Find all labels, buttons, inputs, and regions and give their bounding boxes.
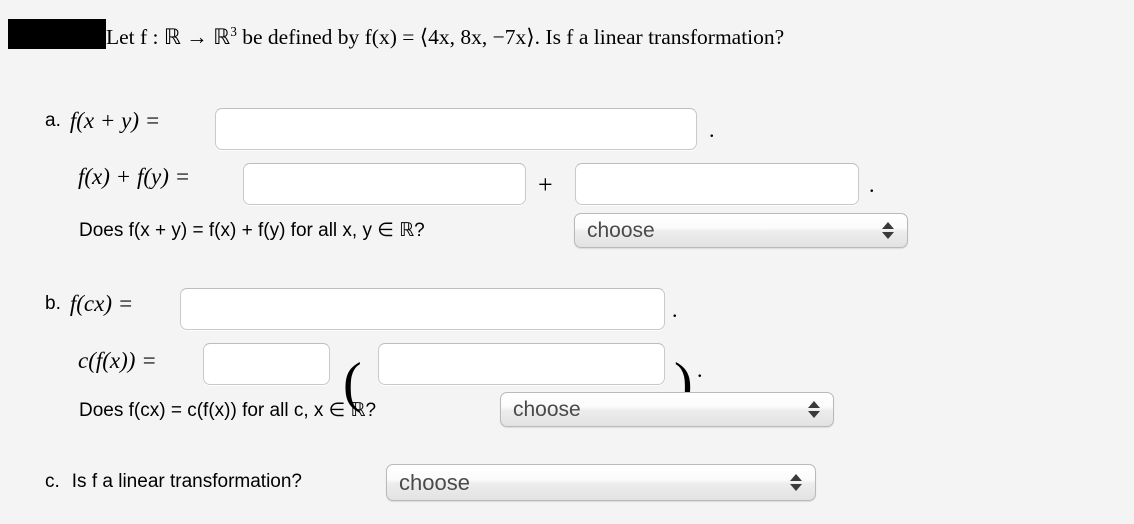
exercise-page: Let f : ℝ → ℝ3 be defined by f(x) = ⟨4x,… xyxy=(0,0,1134,524)
chevron-up-icon xyxy=(790,474,802,481)
item-b-letter: b. xyxy=(45,293,61,314)
item-b-scalar-label: c(f(x)) = xyxy=(78,348,157,373)
item-a-choose-select-value: choose xyxy=(587,218,655,242)
redaction-block xyxy=(8,19,106,49)
item-c-choose-select-value: choose xyxy=(399,469,470,495)
item-a-letter: a. xyxy=(45,110,61,131)
problem-statement-part-2: be defined by f(x) = ⟨4x, 8x, −7x⟩. Is f… xyxy=(236,25,785,49)
item-b-question: Does f(cx) = c(f(x)) for all c, x ∈ ℝ? xyxy=(79,399,376,422)
problem-statement-text: Let f : ℝ → ℝ3 be defined by f(x) = ⟨4x,… xyxy=(106,15,784,54)
item-b-choose-select-value: choose xyxy=(513,397,581,421)
item-b-line-1-period: . xyxy=(672,297,678,322)
item-a-plus-sign: + xyxy=(538,170,553,199)
item-b-answer-input-2[interactable] xyxy=(203,343,330,385)
problem-statement-part-1: Let f : ℝ → ℝ xyxy=(106,25,231,49)
item-b-line-1: b. f(cx) = xyxy=(45,291,133,317)
stepper-arrows-icon[interactable] xyxy=(801,401,827,418)
item-b-choose-select[interactable]: choose xyxy=(500,392,834,427)
item-a-line-2-period: . xyxy=(869,172,875,197)
item-b-question-text: Does f(cx) = c(f(x)) for all c, x ∈ ℝ? xyxy=(79,400,377,421)
item-a-line-1-period: . xyxy=(709,117,715,142)
chevron-up-icon xyxy=(808,401,820,408)
item-b-answer-input-1[interactable] xyxy=(180,288,665,330)
item-a-choose-select[interactable]: choose xyxy=(574,213,908,248)
item-b-line-2: c(f(x)) = xyxy=(78,348,157,374)
item-c-question: c. Is f a linear transformation? xyxy=(45,471,302,493)
chevron-up-icon xyxy=(882,222,894,229)
item-b-line-2-period: . xyxy=(697,357,703,382)
exponent-three: 3 xyxy=(230,23,237,39)
chevron-down-icon xyxy=(882,232,894,239)
item-c-question-text: Is f a linear transformation? xyxy=(71,471,302,492)
chevron-down-icon xyxy=(808,411,820,418)
item-a-sum-label: f(x) + f(y) = xyxy=(78,164,191,189)
item-a-line-2: f(x) + f(y) = xyxy=(78,164,190,190)
item-a-line-1: a. f(x + y) = xyxy=(45,108,160,134)
item-b-expression-label: f(cx) = xyxy=(69,291,134,316)
item-a-expression-label: f(x + y) = xyxy=(69,108,161,133)
problem-statement: Let f : ℝ → ℝ3 be defined by f(x) = ⟨4x,… xyxy=(8,14,784,54)
open-paren-symbol: ( xyxy=(343,352,362,414)
item-a-question-text: Does f(x + y) = f(x) + f(y) for all x, y… xyxy=(79,220,425,241)
item-c-letter: c. xyxy=(45,471,60,492)
stepper-arrows-icon[interactable] xyxy=(783,474,809,491)
item-a-answer-input-3[interactable] xyxy=(575,163,859,205)
item-b-answer-input-3[interactable] xyxy=(378,343,665,385)
chevron-down-icon xyxy=(790,484,802,491)
item-a-answer-input-1[interactable] xyxy=(215,108,697,150)
item-c-choose-select[interactable]: choose xyxy=(386,464,816,501)
item-a-question: Does f(x + y) = f(x) + f(y) for all x, y… xyxy=(79,219,425,242)
stepper-arrows-icon[interactable] xyxy=(875,222,901,239)
item-a-answer-input-2[interactable] xyxy=(243,163,526,205)
